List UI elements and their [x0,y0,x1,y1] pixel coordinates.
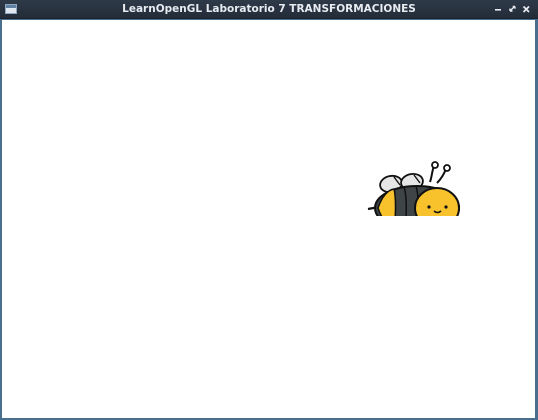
opengl-viewport[interactable] [2,20,535,418]
window-title: LearnOpenGL Laboratorio 7 TRANSFORMACION… [122,3,416,15]
minimize-button[interactable] [492,2,505,16]
bee-icon [367,161,460,216]
close-button[interactable] [520,2,533,16]
restore-button[interactable] [506,2,519,16]
restore-icon [509,5,516,12]
minimize-icon [495,9,501,11]
close-icon [522,5,530,13]
window-titlebar[interactable]: LearnOpenGL Laboratorio 7 TRANSFORMACION… [0,0,538,19]
app-window: LearnOpenGL Laboratorio 7 TRANSFORMACION… [0,0,538,420]
